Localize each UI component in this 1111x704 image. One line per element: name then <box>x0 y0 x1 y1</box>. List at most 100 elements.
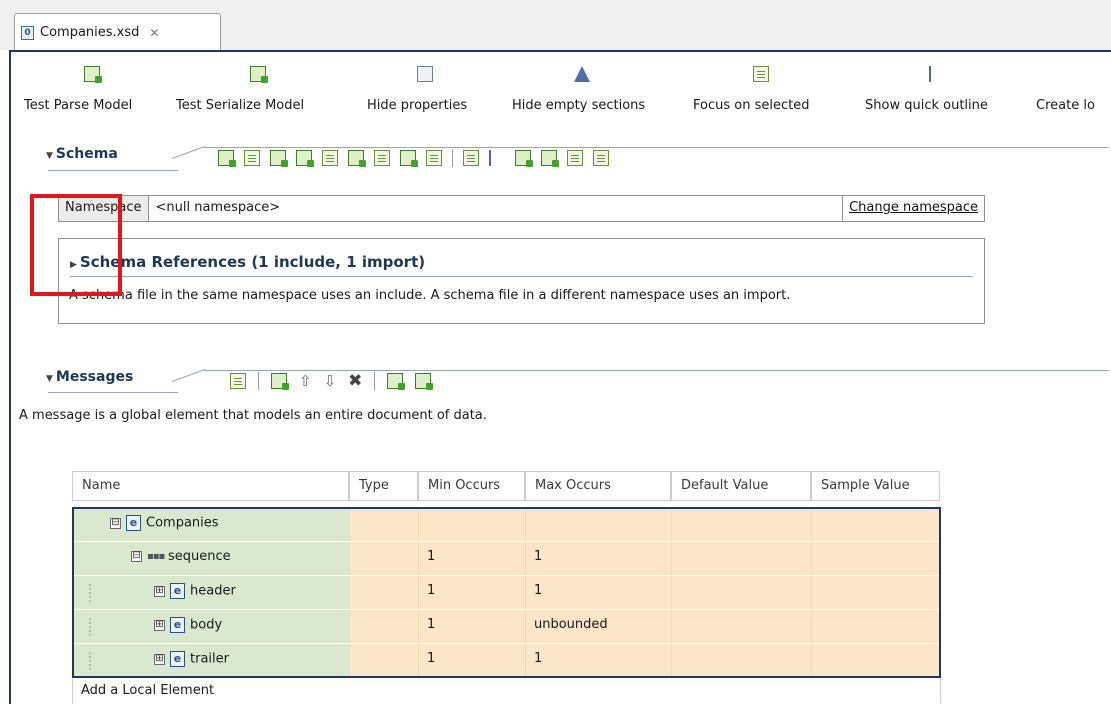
add-message-icon[interactable] <box>230 373 246 389</box>
copy-icon[interactable] <box>567 150 583 166</box>
min-occurs-cell[interactable]: 1 <box>418 610 525 643</box>
move-up-icon[interactable]: ⇧ <box>299 372 312 390</box>
schema-references-panel <box>58 238 985 324</box>
expand-icon[interactable]: ⊞ <box>154 619 165 631</box>
max-occurs-cell[interactable]: 1 <box>525 542 671 575</box>
max-occurs-cell[interactable] <box>525 508 671 541</box>
min-occurs-cell[interactable] <box>418 508 525 541</box>
sample-value-cell[interactable] <box>811 508 940 541</box>
add-local-element-label: Add a Local Element <box>81 683 215 698</box>
parse-icon[interactable] <box>387 373 406 390</box>
drag-handle-icon[interactable] <box>89 618 91 636</box>
type-cell[interactable] <box>349 508 418 541</box>
add-complex-type-icon[interactable] <box>322 150 338 166</box>
add-attribute-icon[interactable] <box>270 150 288 167</box>
type-cell[interactable] <box>349 610 418 643</box>
name-cell: ⊞ e trailer <box>73 644 349 677</box>
column-header-type[interactable]: Type <box>349 471 418 501</box>
separator <box>258 372 259 390</box>
column-header-min-occurs[interactable]: Min Occurs <box>418 471 525 501</box>
close-icon[interactable]: ✕ <box>149 26 159 40</box>
min-occurs-cell[interactable]: 1 <box>418 644 525 677</box>
column-header-name[interactable]: Name <box>72 471 349 501</box>
sample-value-cell[interactable] <box>811 644 940 677</box>
add-simple-type-icon[interactable] <box>348 150 366 167</box>
table-row[interactable]: ⊞ e body 1 unbounded <box>73 610 940 643</box>
column-header-sample-value[interactable]: Sample Value <box>811 471 940 501</box>
table-row[interactable]: ⊟ ▪▪▪ sequence 1 1 <box>73 542 940 575</box>
test-parse-icon <box>84 66 102 83</box>
column-header-default-value[interactable]: Default Value <box>671 471 811 501</box>
sort-icon[interactable] <box>463 150 479 166</box>
default-value-cell[interactable] <box>671 576 811 609</box>
hide-empty-sections-button[interactable]: Hide empty sections <box>512 62 682 122</box>
hide-properties-button[interactable]: Hide properties <box>367 62 502 122</box>
add-attribute-group-icon[interactable] <box>374 150 390 166</box>
column-header-max-occurs[interactable]: Max Occurs <box>525 471 671 501</box>
element-name: Companies <box>146 515 219 531</box>
sample-value-cell[interactable] <box>811 576 940 609</box>
collapse-icon[interactable]: ⊟ <box>131 551 142 562</box>
focus-icon <box>753 66 769 82</box>
add-include-icon[interactable] <box>400 150 418 167</box>
properties-icon <box>417 66 433 82</box>
element-name: sequence <box>168 549 231 564</box>
name-cell: ⊞ e body <box>73 610 349 643</box>
default-value-cell[interactable] <box>671 644 811 677</box>
change-namespace-link[interactable]: Change namespace <box>842 196 984 221</box>
schema-section-header[interactable]: ▼ Schema <box>46 146 118 162</box>
min-occurs-cell[interactable]: 1 <box>418 542 525 575</box>
parse-icon[interactable] <box>515 150 533 167</box>
add-import-icon[interactable] <box>426 150 442 166</box>
drag-handle-icon[interactable] <box>89 652 91 670</box>
table-row[interactable]: ⊟ e Companies <box>73 508 940 541</box>
sample-value-cell[interactable] <box>811 610 940 643</box>
type-cell[interactable] <box>349 644 418 677</box>
max-occurs-cell[interactable]: 1 <box>525 644 671 677</box>
show-quick-outline-button[interactable]: Show quick outline <box>865 62 1025 122</box>
test-parse-model-button[interactable]: Test Parse Model <box>24 62 169 122</box>
table-row[interactable]: ⊞ e header 1 1 <box>73 576 940 609</box>
add-type-icon[interactable] <box>244 150 260 166</box>
export-icon[interactable] <box>593 150 609 166</box>
create-button[interactable]: Create lo <box>1036 62 1111 122</box>
add-child-icon[interactable] <box>271 373 289 390</box>
schema-references-description: A schema file in the same namespace uses… <box>69 288 791 303</box>
expand-icon[interactable]: ⊞ <box>154 653 165 665</box>
type-cell[interactable] <box>349 542 418 575</box>
add-element-icon[interactable] <box>218 150 236 167</box>
messages-section-header[interactable]: ▼ Messages <box>46 369 133 385</box>
table-row[interactable]: ⊞ e trailer 1 1 <box>73 644 940 677</box>
serialize-icon[interactable] <box>541 150 559 167</box>
outline-tree-icon[interactable] <box>489 150 505 166</box>
min-occurs-cell[interactable]: 1 <box>418 576 525 609</box>
separator <box>374 372 376 390</box>
schema-toolbar <box>218 149 609 167</box>
namespace-field[interactable]: <null namespace> <box>149 196 843 221</box>
sample-value-cell[interactable] <box>811 542 940 575</box>
element-icon: e <box>170 651 185 667</box>
max-occurs-cell[interactable]: unbounded <box>525 610 671 643</box>
drag-handle-icon[interactable] <box>89 584 91 602</box>
max-occurs-cell[interactable]: 1 <box>525 576 671 609</box>
collapse-icon[interactable]: ⊟ <box>110 517 121 529</box>
focus-on-selected-button[interactable]: Focus on selected <box>693 62 853 122</box>
element-name: header <box>190 583 236 599</box>
type-cell[interactable] <box>349 576 418 609</box>
default-value-cell[interactable] <box>671 542 811 575</box>
move-down-icon[interactable]: ⇩ <box>324 372 337 390</box>
delete-icon[interactable]: ✖ <box>348 371 362 391</box>
default-value-cell[interactable] <box>671 610 811 643</box>
expand-icon[interactable]: ⊞ <box>154 585 165 597</box>
test-serialize-model-button[interactable]: Test Serialize Model <box>176 62 356 122</box>
element-name: body <box>190 617 223 633</box>
schema-references-header[interactable]: ▶ Schema References (1 include, 1 import) <box>70 253 425 271</box>
serialize-icon[interactable] <box>415 373 434 390</box>
add-local-element-row[interactable]: Add a Local Element <box>72 678 941 704</box>
schema-header-underline <box>48 170 178 171</box>
default-value-cell[interactable] <box>671 508 811 541</box>
tab-title: Companies.xsd <box>40 25 140 40</box>
add-group-icon[interactable] <box>296 150 314 167</box>
collapse-twisty-icon: ▼ <box>46 374 53 384</box>
editor-tab[interactable]: 0 Companies.xsd ✕ <box>14 13 221 51</box>
